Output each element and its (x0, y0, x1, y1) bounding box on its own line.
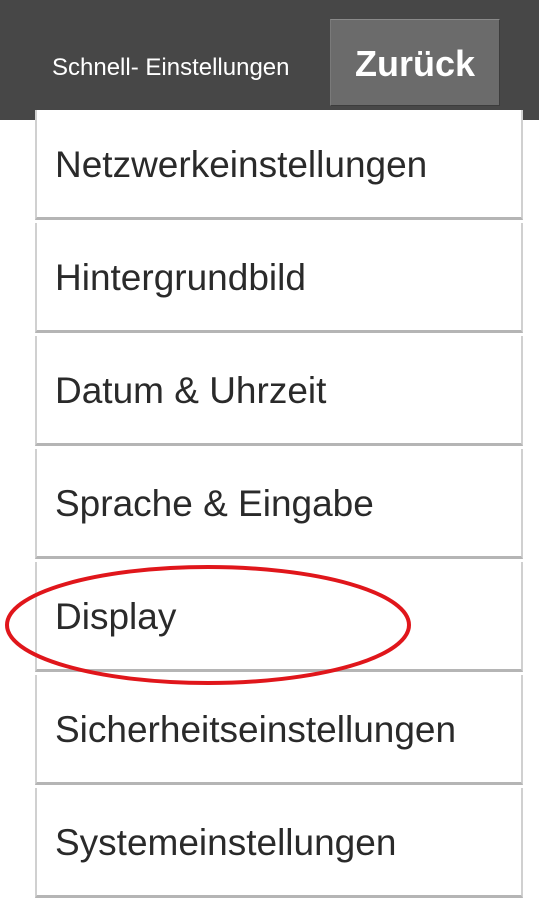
list-item-label: Systemeinstellungen (55, 822, 397, 863)
quick-settings-screen: Schnell- Einstellungen Zurück Netzwerkei… (0, 0, 539, 908)
list-item-label: Display (55, 596, 177, 637)
list-item-language-input[interactable]: Sprache & Eingabe (35, 449, 523, 559)
list-item-label: Hintergrundbild (55, 257, 306, 298)
list-item-wallpaper[interactable]: Hintergrundbild (35, 223, 523, 333)
list-item-date-time[interactable]: Datum & Uhrzeit (35, 336, 523, 446)
action-bar: Schnell- Einstellungen Zurück (0, 0, 539, 120)
list-item-display[interactable]: Display (35, 562, 523, 672)
list-item-label: Sprache & Eingabe (55, 483, 374, 524)
list-item-network-settings[interactable]: Netzwerkeinstellungen (35, 110, 523, 220)
list-item-label: Datum & Uhrzeit (55, 370, 327, 411)
list-item-label: Netzwerkeinstellungen (55, 144, 428, 185)
back-button[interactable]: Zurück (330, 19, 500, 106)
list-item-security-settings[interactable]: Sicherheitseinstellungen (35, 675, 523, 785)
list-item-system-settings[interactable]: Systemeinstellungen (35, 788, 523, 898)
screen-title: Schnell- Einstellungen (52, 54, 290, 81)
list-item-label: Sicherheitseinstellungen (55, 709, 457, 750)
